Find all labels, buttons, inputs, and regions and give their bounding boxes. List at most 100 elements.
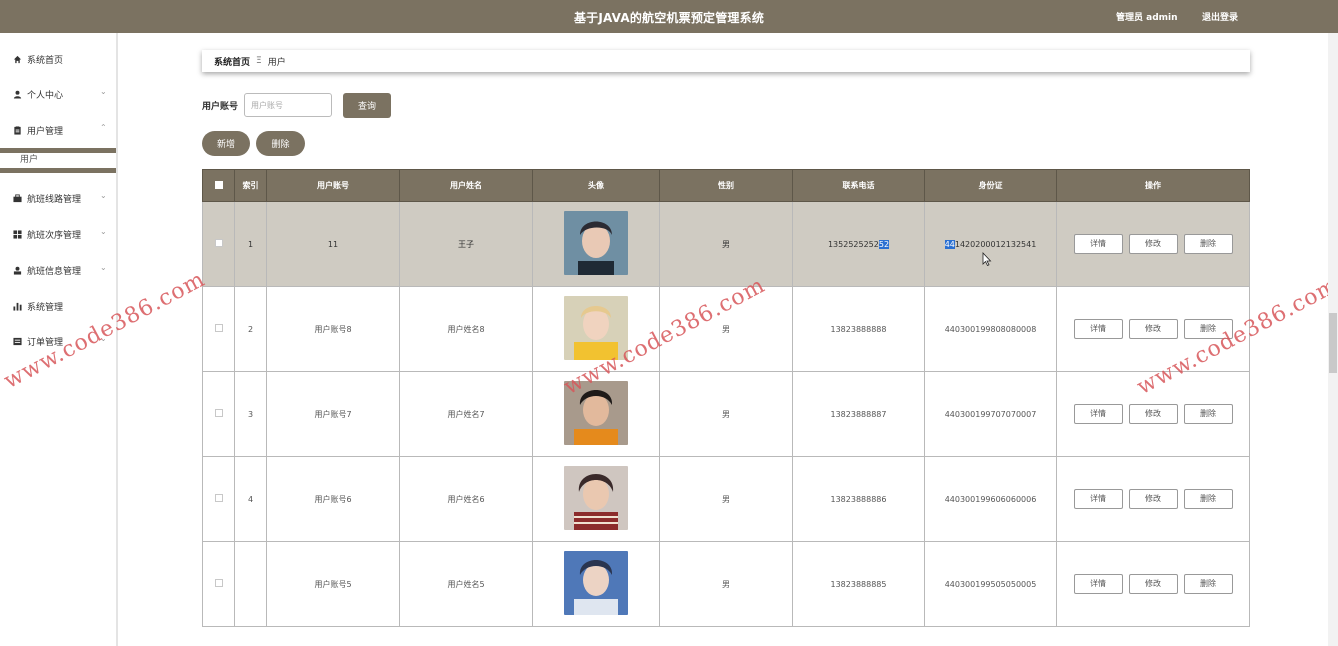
bar-chart-icon [13,302,22,311]
cell-idcard: 440300199505050005 [924,541,1057,627]
row-checkbox[interactable] [202,201,235,287]
cell-name: 用户姓名8 [399,286,533,372]
chevron-down-icon: ⌄ [100,87,107,96]
table-header-row: 索引 用户账号 用户姓名 头像 性别 联系电话 身份证 操作 [202,169,1250,202]
avatar [564,551,628,615]
breadcrumb-separator: Ξ [256,56,262,66]
batch-delete-button[interactable]: 删除 [256,131,305,156]
cell-gender: 男 [659,456,793,542]
search-label: 用户账号 [202,102,239,112]
row-checkbox[interactable] [202,541,235,627]
cell-gender: 男 [659,541,793,627]
column-header: 操作 [1056,169,1250,202]
sidebar-item-label: 系统首页 [27,55,64,66]
chevron-down-icon: ⌄ [100,191,107,200]
table-row[interactable]: 3 用户账号7 用户姓名7 男 13823888887 440300199707… [202,371,1250,457]
column-header: 索引 [234,169,267,202]
info-icon [13,266,22,275]
row-checkbox[interactable] [202,456,235,542]
column-header: 性别 [659,169,793,202]
sidebar-item-route[interactable]: 航班线路管理 ⌄ [0,188,116,208]
cell-index: 3 [234,371,267,457]
cell-operations: 详情 修改 删除 [1056,456,1250,542]
sidebar-item-system[interactable]: 系统管理 [0,296,116,316]
column-header: 用户账号 [266,169,400,202]
row-checkbox[interactable] [202,286,235,372]
cell-avatar [532,541,660,627]
person-icon [13,90,22,99]
cell-idcard: 440300199707070007 [924,371,1057,457]
cell-avatar [532,456,660,542]
mouse-cursor-icon [982,251,992,269]
order-icon [13,337,22,346]
cell-name: 王子 [399,201,533,287]
logout-link[interactable]: 退出登录 [1202,10,1238,23]
breadcrumb: 系统首页 Ξ 用户 [202,50,1250,72]
cell-gender: 男 [659,201,793,287]
row-checkbox[interactable] [202,371,235,457]
edit-button[interactable]: 修改 [1128,234,1178,254]
cell-name: 用户姓名5 [399,541,533,627]
sidebar-item-personal[interactable]: 个人中心 ⌄ [0,84,116,104]
edit-button[interactable]: 修改 [1128,319,1178,339]
detail-button[interactable]: 详情 [1073,234,1123,254]
cell-gender: 男 [659,371,793,457]
grid-icon [13,229,22,239]
cell-index: 4 [234,456,267,542]
user-table: 索引 用户账号 用户姓名 头像 性别 联系电话 身份证 操作 1 11 王子 男… [202,169,1250,627]
delete-button[interactable]: 删除 [1183,234,1233,254]
sidebar-item-label: 系统管理 [27,302,64,313]
cell-account: 用户账号6 [266,456,400,542]
cell-idcard: 440300199808080008 [924,286,1057,372]
table-row[interactable]: 用户账号5 用户姓名5 男 13823888885 44030019950505… [202,541,1250,627]
edit-button[interactable]: 修改 [1128,404,1178,424]
cell-phone: 135252525252 [792,201,925,287]
delete-button[interactable]: 删除 [1183,489,1233,509]
add-button[interactable]: 新增 [202,131,250,156]
top-header: 基于JAVA的航空机票预定管理系统 管理员 admin 退出登录 [0,0,1338,33]
vertical-scrollbar[interactable] [1328,33,1338,646]
detail-button[interactable]: 详情 [1073,574,1123,594]
edit-button[interactable]: 修改 [1128,489,1178,509]
cell-account: 用户账号8 [266,286,400,372]
search-input[interactable] [244,93,332,117]
chevron-down-icon: ⌄ [100,227,107,236]
delete-button[interactable]: 删除 [1183,404,1233,424]
sidebar-item-user-manage[interactable]: 用户管理 ⌃ [0,120,116,140]
home-icon [13,55,22,64]
cell-account: 11 [266,201,400,287]
edit-button[interactable]: 修改 [1128,574,1178,594]
table-row[interactable]: 1 11 王子 男 135252525252 44142020001213254… [202,201,1250,287]
route-icon [13,193,22,203]
cell-phone: 13823888885 [792,541,925,627]
sidebar-item-label: 航班信息管理 [27,266,82,277]
detail-button[interactable]: 详情 [1073,489,1123,509]
cell-account: 用户账号7 [266,371,400,457]
scrollbar-thumb[interactable] [1329,313,1337,373]
breadcrumb-home[interactable]: 系统首页 [214,55,250,68]
chevron-down-icon: ⌄ [100,263,107,272]
cell-index: 2 [234,286,267,372]
cell-name: 用户姓名7 [399,371,533,457]
admin-label: 管理员 admin [1116,13,1178,23]
column-header: 身份证 [924,169,1057,202]
table-row[interactable]: 4 用户账号6 用户姓名6 男 13823888886 440300199606… [202,456,1250,542]
sidebar-item-label: 航班次序管理 [27,230,82,241]
select-all-checkbox[interactable] [202,169,235,202]
detail-button[interactable]: 详情 [1073,319,1123,339]
sidebar-item-home[interactable]: 系统首页 [0,49,116,69]
avatar [564,466,628,530]
sidebar-item-label: 个人中心 [27,90,64,101]
cell-phone: 13823888886 [792,456,925,542]
sidebar-item-flight-info[interactable]: 航班信息管理 ⌄ [0,260,116,280]
delete-button[interactable]: 删除 [1183,574,1233,594]
detail-button[interactable]: 详情 [1073,404,1123,424]
cell-index: 1 [234,201,267,287]
cell-avatar [532,201,660,287]
chevron-up-icon: ⌃ [100,123,107,132]
cell-phone: 13823888888 [792,286,925,372]
sidebar-item-order-seq[interactable]: 航班次序管理 ⌄ [0,224,116,244]
sidebar-subitem-user[interactable]: 用户 [0,148,116,173]
column-header: 头像 [532,169,660,202]
query-button[interactable]: 查询 [343,93,391,118]
